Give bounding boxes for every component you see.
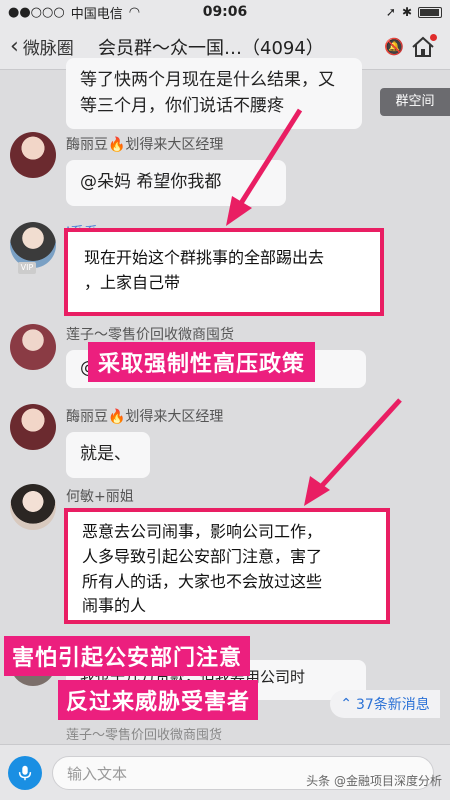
status-bar: ●●○○○ 中国电信 ◠ 09:06 ➚ ✱ [0, 0, 450, 24]
bluetooth-icon: ✱ [401, 5, 412, 19]
highlighted-message: 现在开始这个群挑事的全部踢出去 ，上家自己带 [64, 228, 384, 316]
battery-icon [418, 6, 442, 18]
group-space-button[interactable]: 群空间 [380, 88, 450, 116]
location-icon: ➚ [385, 5, 396, 19]
arrow-head-icon [304, 476, 330, 506]
watermark: 头条 @金融项目深度分析 [306, 774, 442, 788]
sender-name: 何敏+丽姐 [66, 489, 134, 505]
double-chevron-up-icon: ⌃ [340, 696, 352, 712]
microphone-icon [18, 765, 32, 780]
annotation-label: 反过来威胁受害者 [58, 680, 259, 720]
back-label: 微脉圈 [22, 39, 74, 59]
new-messages-label: 37条新消息 [355, 697, 430, 713]
home-button[interactable] [406, 30, 440, 64]
status-time: 09:06 [202, 4, 248, 20]
wifi-icon: ◠ [128, 4, 141, 20]
avatar[interactable] [10, 484, 56, 530]
avatar[interactable] [10, 132, 56, 178]
message-bubble: @朵妈 希望你我都 [66, 160, 286, 206]
sender-name: 酶丽豆🔥划得来大区经理 [66, 409, 224, 425]
new-messages-button[interactable]: ⌃ 37条新消息 [330, 690, 440, 718]
annotation-label: 采取强制性高压政策 [88, 342, 316, 382]
message-bubble: 等了快两个月现在是什么结果，又 等三个月，你们说话不腰疼 [66, 58, 362, 129]
mute-icon: 🔕 [384, 37, 404, 56]
sender-name: 酶丽豆🔥划得来大区经理 [66, 137, 224, 153]
highlighted-message: 恶意去公司闹事，影响公司工作， 人多导致引起公安部门注意，害了 所有人的话，大家… [64, 508, 390, 624]
chat-title: 会员群～众一国…（4094） [98, 37, 324, 59]
annotation-label: 害怕引起公安部门注意 [4, 636, 251, 676]
sender-name: 莲子～零售价回收微商囤货 [66, 327, 234, 343]
back-button[interactable]: ‹ 微脉圈 [10, 34, 98, 59]
avatar[interactable] [10, 324, 56, 370]
message-bubble: 就是、 [66, 432, 150, 478]
avatar[interactable] [10, 404, 56, 450]
arrow-line [316, 398, 402, 492]
carrier: 中国电信 [70, 6, 123, 22]
signal-icon: ●●○○○ [8, 4, 65, 20]
sender-name: 莲子～零售价回收微商囤货 [66, 728, 223, 743]
vip-badge: VIP [18, 262, 36, 274]
voice-button[interactable] [8, 755, 42, 790]
notification-dot [430, 33, 437, 41]
chevron-left-icon: ‹ [10, 33, 19, 59]
